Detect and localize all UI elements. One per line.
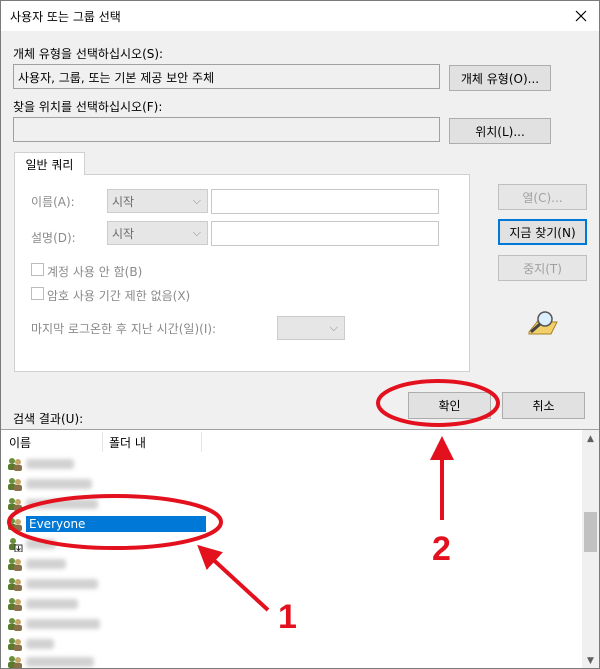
non-expiring-password-label: 암호 사용 기간 제한 없음(X) xyxy=(47,289,191,303)
blurred-entry xyxy=(26,479,92,489)
step-marker-1: 1 xyxy=(278,598,297,636)
columns-button[interactable]: 열(C)... xyxy=(498,184,587,210)
chevron-down-icon: ⌵ xyxy=(192,194,201,207)
search-results-list[interactable]: 이름 폴더 내 Everyone ▲ ▼ xyxy=(1,429,599,668)
name-match-select[interactable]: 시작 ⌵ xyxy=(107,189,208,213)
blurred-entry xyxy=(26,579,98,589)
title-bar: 사용자 또는 그룹 선택 xyxy=(1,1,599,31)
description-label: 설명(D): xyxy=(31,231,76,245)
selected-item-name: Everyone xyxy=(26,516,206,532)
blurred-entry xyxy=(26,599,78,609)
scroll-thumb[interactable] xyxy=(584,512,597,552)
blurred-entry xyxy=(26,539,56,549)
user-group-icon xyxy=(8,618,22,631)
stop-button[interactable]: 중지(T) xyxy=(498,255,587,281)
blurred-entry xyxy=(26,499,98,509)
scroll-down-icon[interactable]: ▼ xyxy=(582,652,599,668)
cancel-button[interactable]: 취소 xyxy=(502,392,585,419)
description-match-value: 시작 xyxy=(112,227,135,241)
user-group-icon xyxy=(8,578,22,591)
blurred-entry xyxy=(26,639,54,649)
close-icon xyxy=(575,10,587,22)
blurred-entry xyxy=(26,459,74,469)
list-item[interactable] xyxy=(7,554,66,574)
search-results-label: 검색 결과(U): xyxy=(13,412,84,426)
list-item[interactable] xyxy=(7,574,98,594)
list-item[interactable] xyxy=(7,652,94,668)
user-group-icon xyxy=(8,458,22,471)
chevron-down-icon: ⌵ xyxy=(329,321,338,334)
user-group-icon xyxy=(8,558,22,571)
description-match-select[interactable]: 시작 ⌵ xyxy=(107,221,208,245)
disabled-accounts-checkbox[interactable] xyxy=(31,263,44,276)
search-magnifier-icon xyxy=(528,311,558,335)
step-marker-2: 2 xyxy=(432,530,451,568)
object-type-label: 개체 유형을 선택하십시오(S): xyxy=(13,47,164,61)
user-group-icon xyxy=(8,598,22,611)
close-button[interactable] xyxy=(569,4,593,28)
dialog-title: 사용자 또는 그룹 선택 xyxy=(10,10,121,24)
ok-button[interactable]: 확인 xyxy=(408,392,491,419)
name-match-value: 시작 xyxy=(112,195,135,209)
scroll-up-icon[interactable]: ▲ xyxy=(582,430,599,447)
blurred-entry xyxy=(26,619,100,629)
object-types-button[interactable]: 개체 유형(O)... xyxy=(449,65,551,91)
object-type-field: 사용자, 그룹, 또는 기본 제공 보안 주체 xyxy=(13,64,440,89)
user-group-icon xyxy=(8,478,22,491)
last-logon-label: 마지막 로그온한 후 지난 시간(일)(I): xyxy=(31,322,217,336)
list-item[interactable] xyxy=(7,494,98,514)
find-now-button[interactable]: 지금 찾기(N) xyxy=(498,219,587,245)
list-item[interactable] xyxy=(7,454,74,474)
results-scrollbar[interactable]: ▲ ▼ xyxy=(582,430,599,668)
name-input[interactable] xyxy=(211,189,439,214)
column-separator[interactable] xyxy=(102,432,103,452)
user-group-icon xyxy=(8,638,22,651)
description-input[interactable] xyxy=(211,221,439,246)
locations-button[interactable]: 위치(L)... xyxy=(449,118,551,144)
column-separator[interactable] xyxy=(201,432,202,452)
list-item[interactable] xyxy=(7,534,56,554)
user-download-icon xyxy=(9,538,23,552)
list-item[interactable] xyxy=(7,634,54,654)
list-item[interactable] xyxy=(7,594,78,614)
user-group-icon xyxy=(8,656,22,668)
list-item[interactable] xyxy=(7,614,100,634)
blurred-entry xyxy=(26,559,66,569)
column-header-folder[interactable]: 폴더 내 xyxy=(109,434,146,451)
tab-common-queries[interactable]: 일반 쿼리 xyxy=(14,152,85,175)
non-expiring-password-checkbox[interactable] xyxy=(31,287,44,300)
user-group-icon xyxy=(8,518,22,531)
location-field xyxy=(13,117,440,142)
disabled-accounts-label: 계정 사용 안 함(B) xyxy=(47,265,143,279)
user-group-icon xyxy=(8,498,22,511)
blurred-entry xyxy=(26,657,94,667)
list-item-selected[interactable]: Everyone xyxy=(7,514,206,534)
list-item[interactable] xyxy=(7,474,92,494)
select-users-or-groups-dialog: 사용자 또는 그룹 선택 개체 유형을 선택하십시오(S): 사용자, 그룹, … xyxy=(0,0,600,669)
days-since-logon-select[interactable]: ⌵ xyxy=(277,316,345,340)
column-header-name[interactable]: 이름 xyxy=(9,434,31,451)
chevron-down-icon: ⌵ xyxy=(192,226,201,239)
name-label: 이름(A): xyxy=(31,195,75,209)
location-label: 찾을 위치를 선택하십시오(F): xyxy=(13,100,163,114)
